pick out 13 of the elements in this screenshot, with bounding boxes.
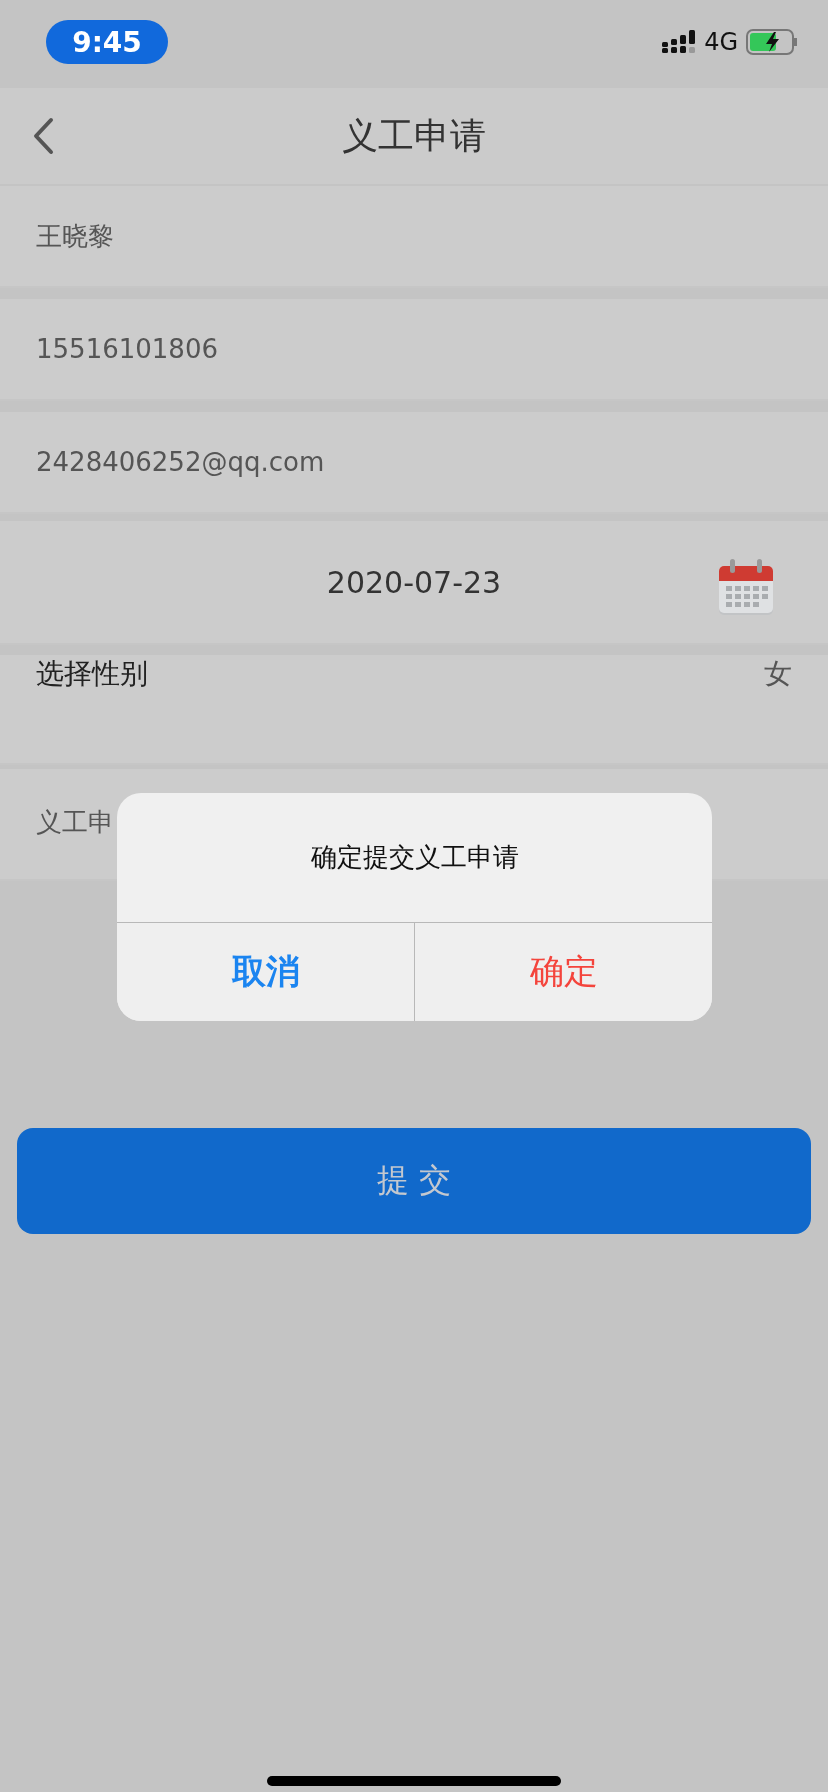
network-label: 4G bbox=[704, 28, 738, 56]
signal-icon bbox=[662, 30, 697, 54]
submit-button[interactable]: 提 交 bbox=[17, 1128, 811, 1234]
battery-charging-icon bbox=[746, 29, 798, 55]
page-title: 义工申请 bbox=[342, 113, 486, 158]
calendar-icon[interactable] bbox=[718, 558, 774, 616]
back-icon[interactable] bbox=[32, 117, 54, 155]
note-field[interactable]: 义工申 bbox=[36, 807, 114, 837]
gender-label: 选择性别 bbox=[36, 656, 148, 692]
confirm-button[interactable]: 确定 bbox=[414, 923, 712, 1021]
gender-value[interactable]: 女 bbox=[764, 655, 792, 693]
status-time: 9:45 bbox=[46, 20, 168, 64]
date-field[interactable]: 2020-07-23 bbox=[0, 521, 828, 645]
